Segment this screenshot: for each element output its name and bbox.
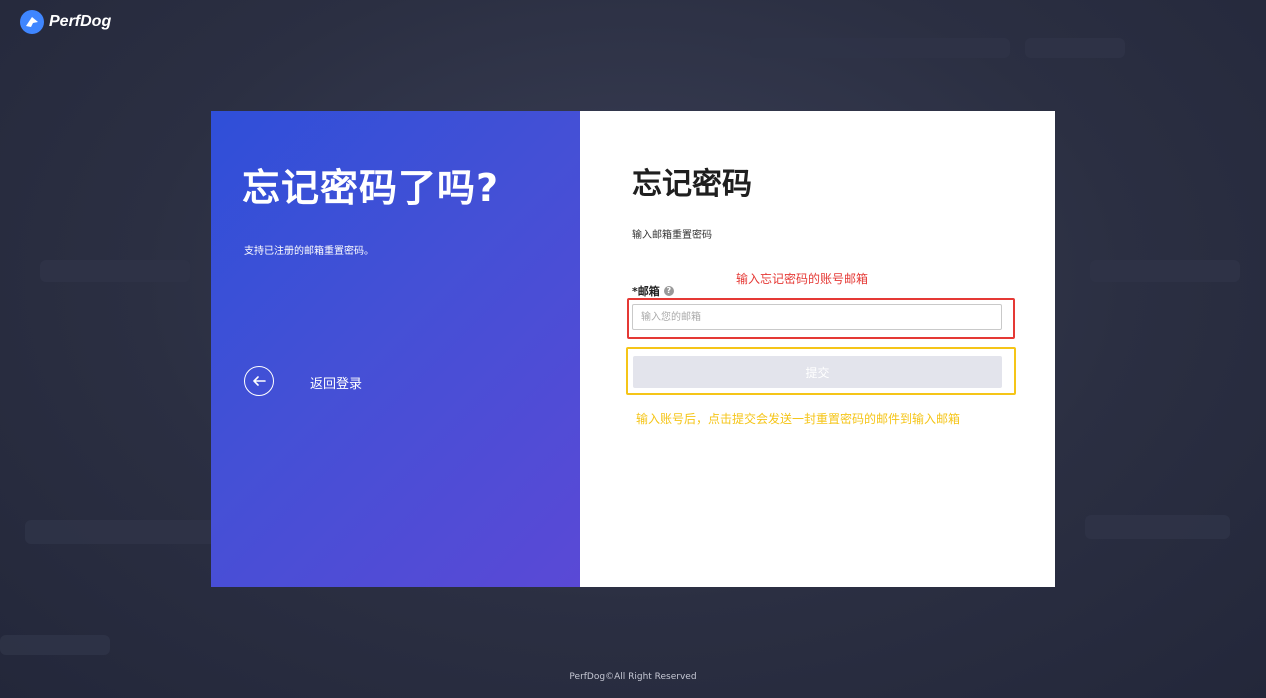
arrow-left-icon <box>253 376 266 386</box>
background-decoration <box>0 635 110 655</box>
email-label: *邮箱 ? <box>632 283 674 299</box>
left-panel: 忘记密码了吗? 支持已注册的邮箱重置密码。 返回登录 <box>211 111 580 587</box>
header-logo[interactable]: PerfDog <box>20 8 111 36</box>
brand-name: PerfDog <box>49 13 112 30</box>
form-title: 忘记密码 <box>632 167 752 202</box>
form-description: 输入邮箱重置密码 <box>632 230 712 241</box>
background-decoration <box>1090 260 1240 282</box>
background-decoration <box>750 38 1010 58</box>
back-button[interactable] <box>244 366 274 396</box>
left-panel-subtitle: 支持已注册的邮箱重置密码。 <box>244 246 374 257</box>
email-input[interactable] <box>632 304 1002 330</box>
background-decoration <box>40 260 190 282</box>
email-annotation: 输入忘记密码的账号邮箱 <box>736 272 869 286</box>
forgot-password-card: 忘记密码了吗? 支持已注册的邮箱重置密码。 返回登录 忘记密码 输入邮箱重置密码… <box>211 111 1055 587</box>
back-to-login-link[interactable]: 返回登录 <box>310 373 362 392</box>
left-panel-title: 忘记密码了吗? <box>242 166 500 210</box>
email-label-text: *邮箱 <box>632 285 660 298</box>
background-decoration <box>1085 515 1230 539</box>
question-circle-icon[interactable]: ? <box>663 286 674 296</box>
right-panel: 忘记密码 输入邮箱重置密码 输入忘记密码的账号邮箱 *邮箱 ? 提交 输入账号后… <box>580 111 1055 587</box>
submit-annotation: 输入账号后，点击提交会发送一封重置密码的邮件到输入邮箱 <box>636 412 961 426</box>
submit-button[interactable]: 提交 <box>633 356 1002 388</box>
footer-copyright: PerfDog©All Right Reserved <box>569 672 697 682</box>
background-decoration <box>1025 38 1125 58</box>
perfdog-logo-icon <box>20 10 44 34</box>
